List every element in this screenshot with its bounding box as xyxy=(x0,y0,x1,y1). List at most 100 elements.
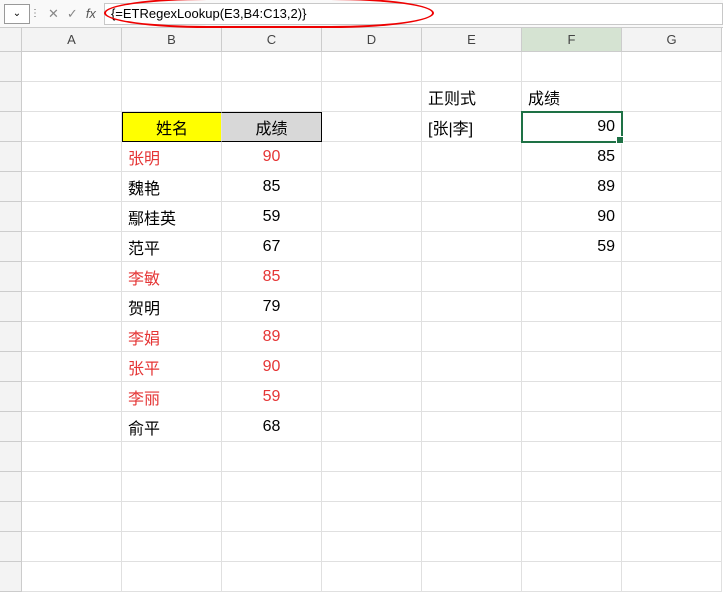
fx-icon[interactable]: fx xyxy=(86,6,96,21)
cell-G8[interactable] xyxy=(622,262,722,292)
row-header-16[interactable] xyxy=(0,502,22,532)
cell-D7[interactable] xyxy=(322,232,422,262)
cancel-icon[interactable]: ✕ xyxy=(48,6,59,22)
cell-D17[interactable] xyxy=(322,532,422,562)
cell-A18[interactable] xyxy=(22,562,122,592)
cell-C7[interactable]: 67 xyxy=(222,232,322,262)
cell-F6[interactable]: 90 xyxy=(522,202,622,232)
cell-F12[interactable] xyxy=(522,382,622,412)
cell-G10[interactable] xyxy=(622,322,722,352)
cell-E15[interactable] xyxy=(422,472,522,502)
cell-C16[interactable] xyxy=(222,502,322,532)
cell-C1[interactable] xyxy=(222,52,322,82)
cell-C13[interactable]: 68 xyxy=(222,412,322,442)
cell-D4[interactable] xyxy=(322,142,422,172)
cell-B4[interactable]: 张明 xyxy=(122,142,222,172)
cell-D10[interactable] xyxy=(322,322,422,352)
column-header-E[interactable]: E xyxy=(422,28,522,52)
cell-F13[interactable] xyxy=(522,412,622,442)
column-header-A[interactable]: A xyxy=(22,28,122,52)
cell-B1[interactable] xyxy=(122,52,222,82)
cell-F18[interactable] xyxy=(522,562,622,592)
cell-F5[interactable]: 89 xyxy=(522,172,622,202)
cell-G6[interactable] xyxy=(622,202,722,232)
cell-E11[interactable] xyxy=(422,352,522,382)
cell-A17[interactable] xyxy=(22,532,122,562)
cell-C3[interactable]: 成绩 xyxy=(222,112,322,142)
cell-C5[interactable]: 85 xyxy=(222,172,322,202)
cell-F1[interactable] xyxy=(522,52,622,82)
cell-A6[interactable] xyxy=(22,202,122,232)
cell-D1[interactable] xyxy=(322,52,422,82)
cell-G15[interactable] xyxy=(622,472,722,502)
cell-E7[interactable] xyxy=(422,232,522,262)
cell-B16[interactable] xyxy=(122,502,222,532)
cell-B12[interactable]: 李丽 xyxy=(122,382,222,412)
cell-G12[interactable] xyxy=(622,382,722,412)
column-header-D[interactable]: D xyxy=(322,28,422,52)
cell-E17[interactable] xyxy=(422,532,522,562)
cell-A10[interactable] xyxy=(22,322,122,352)
row-header-10[interactable] xyxy=(0,322,22,352)
cell-D5[interactable] xyxy=(322,172,422,202)
cell-G14[interactable] xyxy=(622,442,722,472)
cell-A9[interactable] xyxy=(22,292,122,322)
cell-G13[interactable] xyxy=(622,412,722,442)
row-header-1[interactable] xyxy=(0,52,22,82)
cell-C15[interactable] xyxy=(222,472,322,502)
cell-A14[interactable] xyxy=(22,442,122,472)
row-header-4[interactable] xyxy=(0,142,22,172)
cell-G18[interactable] xyxy=(622,562,722,592)
cell-A12[interactable] xyxy=(22,382,122,412)
cell-A2[interactable] xyxy=(22,82,122,112)
cell-E4[interactable] xyxy=(422,142,522,172)
row-header-11[interactable] xyxy=(0,352,22,382)
cell-E5[interactable] xyxy=(422,172,522,202)
row-header-7[interactable] xyxy=(0,232,22,262)
cell-A11[interactable] xyxy=(22,352,122,382)
cell-A3[interactable] xyxy=(22,112,122,142)
column-header-G[interactable]: G xyxy=(622,28,722,52)
cell-B3[interactable]: 姓名 xyxy=(122,112,222,142)
cell-G1[interactable] xyxy=(622,52,722,82)
cell-F4[interactable]: 85 xyxy=(522,142,622,172)
formula-input[interactable]: {=ETRegexLookup(E3,B4:C13,2)} xyxy=(104,3,723,25)
cell-B7[interactable]: 范平 xyxy=(122,232,222,262)
cell-E9[interactable] xyxy=(422,292,522,322)
cell-B14[interactable] xyxy=(122,442,222,472)
cell-D8[interactable] xyxy=(322,262,422,292)
row-header-17[interactable] xyxy=(0,532,22,562)
cell-A13[interactable] xyxy=(22,412,122,442)
cell-F14[interactable] xyxy=(522,442,622,472)
name-box[interactable]: ⌄ xyxy=(4,4,30,24)
cell-G11[interactable] xyxy=(622,352,722,382)
cell-G16[interactable] xyxy=(622,502,722,532)
cell-A4[interactable] xyxy=(22,142,122,172)
cell-D18[interactable] xyxy=(322,562,422,592)
cell-D12[interactable] xyxy=(322,382,422,412)
cell-G17[interactable] xyxy=(622,532,722,562)
cell-E1[interactable] xyxy=(422,52,522,82)
cell-G9[interactable] xyxy=(622,292,722,322)
cell-D2[interactable] xyxy=(322,82,422,112)
cell-F7[interactable]: 59 xyxy=(522,232,622,262)
cell-F9[interactable] xyxy=(522,292,622,322)
cell-C2[interactable] xyxy=(222,82,322,112)
cell-B17[interactable] xyxy=(122,532,222,562)
row-header-5[interactable] xyxy=(0,172,22,202)
cell-E6[interactable] xyxy=(422,202,522,232)
name-box-menu[interactable]: ⋮ xyxy=(30,8,40,19)
cell-E10[interactable] xyxy=(422,322,522,352)
cell-D11[interactable] xyxy=(322,352,422,382)
cell-F16[interactable] xyxy=(522,502,622,532)
cell-A15[interactable] xyxy=(22,472,122,502)
cell-B11[interactable]: 张平 xyxy=(122,352,222,382)
cell-B8[interactable]: 李敏 xyxy=(122,262,222,292)
row-header-6[interactable] xyxy=(0,202,22,232)
cell-G3[interactable] xyxy=(622,112,722,142)
cell-C12[interactable]: 59 xyxy=(222,382,322,412)
cell-F11[interactable] xyxy=(522,352,622,382)
cell-D14[interactable] xyxy=(322,442,422,472)
cell-E3[interactable]: [张|李] xyxy=(422,112,522,142)
cell-B2[interactable] xyxy=(122,82,222,112)
